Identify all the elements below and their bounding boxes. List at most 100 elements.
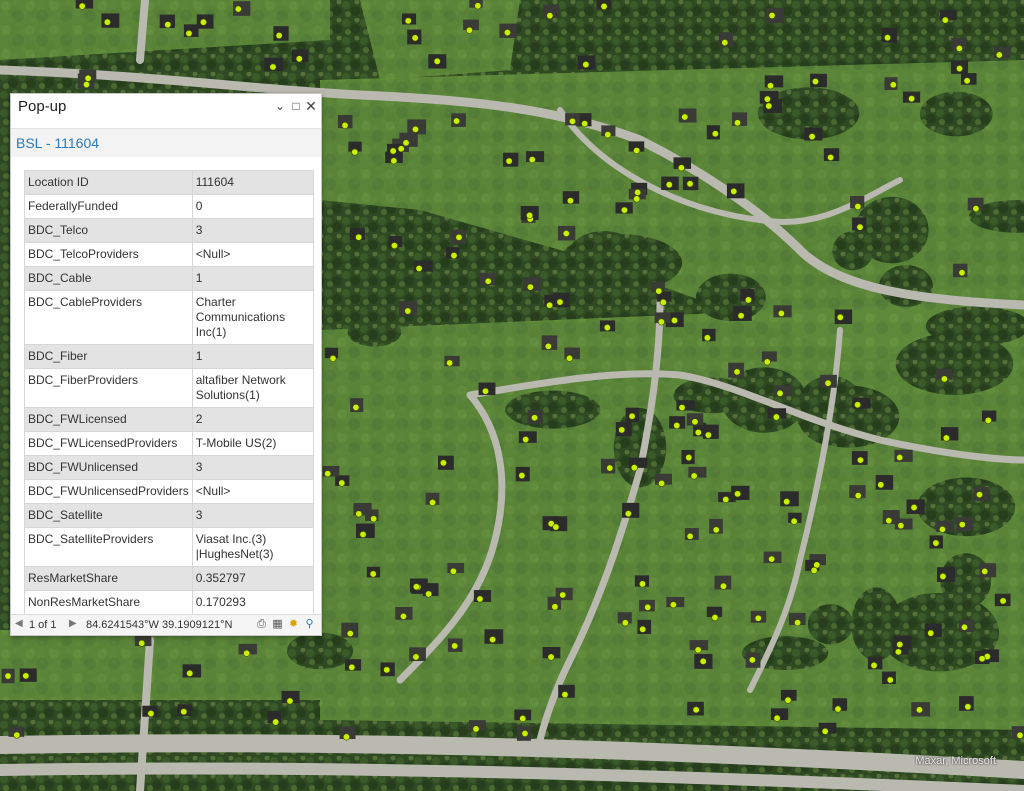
bsl-point[interactable] (633, 147, 641, 155)
bsl-point[interactable] (404, 307, 412, 315)
bsl-point[interactable] (699, 657, 707, 665)
bsl-point[interactable] (556, 298, 564, 306)
bsl-point[interactable] (489, 636, 497, 644)
bsl-point[interactable] (568, 117, 576, 125)
bsl-point[interactable] (286, 697, 294, 705)
bsl-point[interactable] (618, 426, 626, 434)
bsl-point[interactable] (712, 526, 720, 534)
popup-titlebar[interactable]: Pop-up ⌄ □ ✕ (11, 94, 321, 120)
bsl-point[interactable] (412, 583, 420, 591)
bsl-point[interactable] (932, 539, 940, 547)
bsl-point[interactable] (82, 81, 90, 89)
bsl-point[interactable] (910, 503, 918, 511)
bsl-point[interactable] (600, 2, 608, 10)
bsl-point[interactable] (870, 661, 878, 669)
bsl-point[interactable] (620, 206, 628, 214)
bsl-point[interactable] (147, 710, 155, 718)
bsl-point[interactable] (604, 131, 612, 139)
bsl-point[interactable] (425, 590, 433, 598)
bsl-point[interactable] (397, 145, 405, 153)
bsl-point[interactable] (685, 454, 693, 462)
bsl-point[interactable] (390, 157, 398, 165)
bsl-point[interactable] (634, 188, 642, 196)
bsl-point[interactable] (562, 230, 570, 238)
bsl-point[interactable] (519, 715, 527, 723)
bsl-point[interactable] (960, 623, 968, 631)
bsl-point[interactable] (754, 614, 762, 622)
bsl-point[interactable] (734, 490, 742, 498)
bsl-point[interactable] (783, 498, 791, 506)
bsl-point[interactable] (186, 669, 194, 677)
bsl-point[interactable] (854, 203, 862, 211)
bsl-point[interactable] (765, 102, 773, 110)
bsl-point[interactable] (199, 18, 207, 26)
bsl-point[interactable] (811, 78, 819, 86)
bsl-point[interactable] (692, 706, 700, 714)
bsl-point[interactable] (856, 456, 864, 464)
bsl-point[interactable] (978, 655, 986, 663)
bsl-point[interactable] (639, 625, 647, 633)
maximize-icon[interactable]: □ (289, 98, 303, 114)
bsl-point[interactable] (369, 570, 377, 578)
bsl-point[interactable] (981, 567, 989, 575)
bsl-point[interactable] (352, 403, 360, 411)
bsl-point[interactable] (446, 359, 454, 367)
bsl-point[interactable] (955, 44, 963, 52)
bsl-point[interactable] (748, 656, 756, 664)
bsl-point[interactable] (451, 642, 459, 650)
bsl-point[interactable] (389, 147, 397, 155)
bsl-point[interactable] (896, 453, 904, 461)
bsl-point[interactable] (824, 379, 832, 387)
bsl-point[interactable] (581, 120, 589, 128)
bsl-point[interactable] (670, 316, 678, 324)
bsl-point[interactable] (744, 296, 752, 304)
bsl-point[interactable] (938, 525, 946, 533)
bsl-point[interactable] (551, 603, 559, 611)
bsl-point[interactable] (856, 223, 864, 231)
bsl-point[interactable] (518, 472, 526, 480)
bsl-point[interactable] (521, 729, 529, 737)
next-arrow-icon[interactable]: ▶ (69, 618, 77, 629)
popup-pane[interactable]: Pop-up ⌄ □ ✕ BSL - 111604 Location ID 111… (10, 93, 322, 636)
bsl-point[interactable] (164, 21, 172, 29)
bsl-point[interactable] (412, 653, 420, 661)
bsl-point[interactable] (686, 180, 694, 188)
bsl-point[interactable] (348, 663, 356, 671)
bsl-point[interactable] (272, 718, 280, 726)
bsl-point[interactable] (915, 706, 923, 714)
bsl-point[interactable] (411, 125, 419, 133)
bsl-point[interactable] (711, 130, 719, 138)
bsl-point[interactable] (185, 29, 193, 37)
bsl-point[interactable] (526, 283, 534, 291)
bsl-point[interactable] (711, 614, 719, 622)
bsl-point[interactable] (984, 416, 992, 424)
bsl-point[interactable] (429, 499, 437, 507)
bsl-point[interactable] (703, 334, 711, 342)
bsl-point[interactable] (546, 301, 554, 309)
bsl-point[interactable] (897, 522, 905, 530)
bsl-point[interactable] (449, 567, 457, 575)
feature-title[interactable]: BSL - 111604 (16, 135, 99, 151)
bsl-point[interactable] (777, 309, 785, 317)
bsl-point[interactable] (644, 603, 652, 611)
bsl-point[interactable] (439, 459, 447, 467)
bsl-point[interactable] (275, 32, 283, 40)
bsl-point[interactable] (721, 39, 729, 47)
bsl-point[interactable] (4, 672, 12, 680)
bsl-point[interactable] (908, 95, 916, 103)
bsl-point[interactable] (776, 389, 784, 397)
bsl-point[interactable] (547, 653, 555, 661)
bsl-point[interactable] (854, 492, 862, 500)
bsl-point[interactable] (243, 649, 251, 657)
bsl-point[interactable] (810, 566, 818, 574)
bsl-point[interactable] (854, 401, 862, 409)
bsl-point[interactable] (955, 65, 963, 73)
bsl-point[interactable] (552, 523, 560, 531)
bsl-point[interactable] (482, 387, 490, 395)
bsl-point[interactable] (772, 413, 780, 421)
bsl-point[interactable] (836, 313, 844, 321)
bsl-point[interactable] (180, 708, 188, 716)
bsl-point[interactable] (940, 375, 948, 383)
bsl-point[interactable] (673, 422, 681, 430)
bsl-point[interactable] (603, 324, 611, 332)
